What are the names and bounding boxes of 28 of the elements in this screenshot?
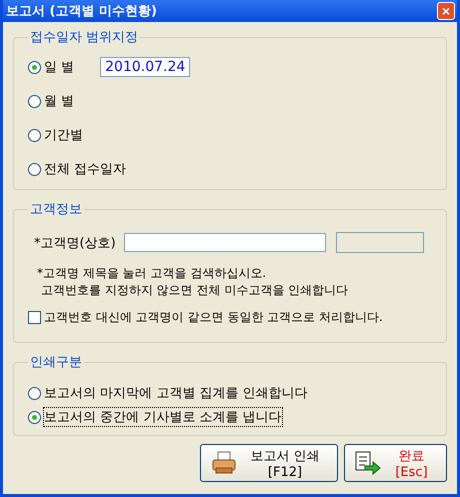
checkbox-label[interactable]: 고객번호 대신에 고객명이 같으면 동일한 고객으로 처리합니다.	[44, 309, 383, 326]
radio-button[interactable]	[28, 386, 41, 400]
radio-label[interactable]: 기간별	[44, 126, 83, 144]
window-title: 보고서 (고객별 미수현황)	[6, 3, 157, 20]
radio-button[interactable]	[28, 128, 41, 142]
print-button[interactable]: 보고서 인쇄[F12]	[200, 444, 338, 482]
radio-label[interactable]: 보고서의 중간에 기사별로 소계를 냅니다	[44, 408, 282, 426]
radio-label[interactable]: 일 별	[44, 58, 74, 76]
radio-label[interactable]: 월 별	[44, 92, 74, 110]
radio-label[interactable]: 전체 접수일자	[44, 160, 126, 178]
radio-button[interactable]	[28, 162, 41, 176]
radio-label[interactable]: 보고서의 마지막에 고객별 집계를 인쇄합니다	[44, 384, 308, 402]
radio-button[interactable]	[28, 60, 41, 74]
exit-icon	[355, 451, 381, 475]
radio-button[interactable]	[28, 94, 41, 108]
radio-button[interactable]	[28, 410, 41, 424]
group-title: 고객정보	[29, 201, 83, 218]
printer-icon	[211, 451, 237, 475]
customer-name-field[interactable]	[124, 233, 326, 252]
date-field[interactable]: 2010.07.24	[100, 57, 190, 77]
checkbox[interactable]	[28, 311, 41, 324]
hint-text: 고객번호를 지정하지 않으면 전체 미수고객을 인쇄합니다	[41, 282, 350, 299]
close-button[interactable]: ×	[437, 2, 455, 20]
group-title: 인쇄구분	[29, 354, 83, 371]
hint-text: *고객명 제목을 눌러 고객을 검색하십시오.	[37, 265, 268, 282]
customer-name-label[interactable]: *고객명(상호)	[34, 234, 116, 252]
done-button[interactable]: 완료[Esc]	[344, 444, 447, 482]
group-title: 접수일자 범위지정	[29, 29, 140, 46]
